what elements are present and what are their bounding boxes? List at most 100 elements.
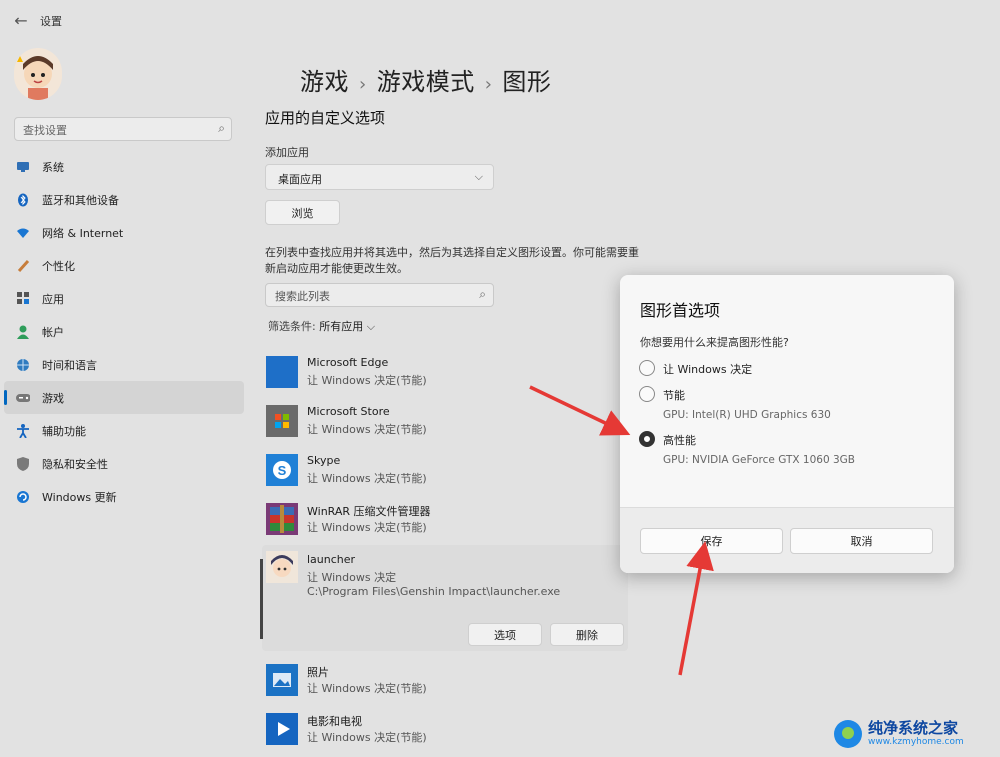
app-name: Skype (307, 454, 341, 467)
radio-label[interactable]: 高性能 (663, 432, 696, 448)
sidebar-item-label: 隐私和安全性 (42, 457, 108, 471)
back-arrow-icon[interactable]: ← (10, 10, 32, 32)
filter-label: 筛选条件: (268, 320, 316, 333)
chevron-down-icon: ⌵ (474, 170, 483, 183)
gpu-info: GPU: NVIDIA GeForce GTX 1060 3GB (663, 454, 855, 466)
radio-let-windows-decide[interactable] (639, 360, 655, 376)
edge-icon (266, 356, 298, 388)
dialog-footer: 保存 取消 (620, 507, 954, 573)
sidebar-item-network[interactable]: 网络 & Internet (4, 216, 244, 249)
add-app-label: 添加应用 (265, 146, 309, 159)
breadcrumb-separator: › (484, 74, 493, 95)
search-icon: ⌕ (218, 121, 225, 135)
radio-power-saving[interactable] (639, 386, 655, 402)
sidebar-item-apps[interactable]: 应用 (4, 282, 244, 315)
watermark-url: www.kzmyhome.com (868, 737, 964, 747)
breadcrumb: 游戏 › 游戏模式 › 图形 (300, 62, 551, 97)
dialog-title: 图形首选项 (640, 301, 721, 320)
breadcrumb-separator: › (359, 74, 367, 95)
list-search-placeholder: 搜索此列表 (275, 290, 330, 303)
sidebar-item-personalization[interactable]: 个性化 (4, 249, 244, 282)
app-gpu-setting: 让 Windows 决定(节能) (307, 731, 427, 744)
shield-icon (16, 456, 30, 471)
list-item[interactable]: WinRAR 压缩文件管理器 让 Windows 决定(节能) (262, 499, 627, 545)
app-name: Microsoft Store (307, 405, 390, 418)
browse-button[interactable]: 浏览 (265, 200, 340, 225)
list-search-input[interactable]: 搜索此列表 ⌕ (265, 283, 494, 307)
app-gpu-setting: 让 Windows 决定(节能) (307, 682, 427, 695)
app-type-value: 桌面应用 (278, 173, 322, 186)
radio-label[interactable]: 节能 (663, 387, 685, 403)
expanded-list-item[interactable]: launcher 让 Windows 决定 C:\Program Files\G… (260, 545, 628, 651)
watermark: 纯净系统之家 www.kzmyhome.com (834, 715, 994, 753)
sidebar-item-windows-update[interactable]: Windows 更新 (4, 480, 244, 513)
list-item[interactable]: S Skype 让 Windows 决定(节能) (262, 450, 627, 496)
app-gpu-setting: 让 Windows 决定(节能) (307, 423, 427, 436)
list-item[interactable]: Microsoft Store 让 Windows 决定(节能) (262, 401, 627, 447)
app-gpu-setting: 让 Windows 决定(节能) (307, 472, 427, 485)
app-name: launcher (307, 553, 356, 566)
sidebar-item-label: 辅助功能 (42, 424, 86, 438)
radio-label[interactable]: 让 Windows 决定 (663, 361, 752, 377)
photos-icon (266, 664, 298, 696)
list-item[interactable]: 照片 让 Windows 决定(节能) (262, 660, 627, 706)
breadcrumb-graphics: 图形 (502, 68, 552, 96)
sidebar-item-label: 游戏 (42, 391, 64, 405)
sidebar-item-label: 时间和语言 (42, 358, 97, 372)
dialog-question: 你想要用什么来提高图形性能? (640, 336, 789, 349)
radio-high-performance[interactable] (639, 431, 655, 447)
apps-icon (16, 292, 30, 306)
bluetooth-icon (16, 193, 30, 207)
app-type-dropdown[interactable]: 桌面应用 ⌵ (265, 164, 494, 190)
svg-text:S: S (278, 463, 287, 478)
accessibility-icon (16, 423, 30, 438)
app-path: C:\Program Files\Genshin Impact\launcher… (307, 585, 561, 598)
app-name: WinRAR 压缩文件管理器 (307, 505, 431, 518)
store-icon (266, 405, 298, 437)
sidebar-item-bluetooth[interactable]: 蓝牙和其他设备 (4, 183, 244, 216)
app-name: 电影和电视 (307, 715, 362, 728)
avatar[interactable] (14, 48, 62, 100)
breadcrumb-gaming[interactable]: 游戏 (300, 68, 349, 96)
save-button[interactable]: 保存 (640, 528, 783, 554)
watermark-logo-icon (834, 720, 862, 748)
filter-dropdown[interactable]: 筛选条件: 所有应用 ⌵ (268, 318, 375, 334)
monitor-icon (16, 160, 30, 174)
app-name: 照片 (307, 666, 329, 679)
filter-value: 所有应用 (319, 320, 364, 333)
graphics-preference-dialog: 图形首选项 你想要用什么来提高图形性能? 让 Windows 决定 节能 GPU… (620, 275, 954, 573)
sidebar-item-label: 应用 (42, 292, 64, 306)
person-icon (16, 325, 30, 339)
section-title: 应用的自定义选项 (265, 109, 386, 127)
brush-icon (16, 259, 30, 273)
sidebar-item-label: 系统 (42, 160, 64, 174)
gpu-info: GPU: Intel(R) UHD Graphics 630 (663, 409, 831, 421)
globe-clock-icon (16, 358, 30, 372)
delete-button[interactable]: 删除 (550, 623, 624, 646)
list-item[interactable]: Microsoft Edge 让 Windows 决定(节能) (262, 352, 627, 398)
cancel-button[interactable]: 取消 (790, 528, 933, 554)
app-gpu-setting: 让 Windows 决定(节能) (307, 374, 427, 387)
wifi-icon (16, 226, 30, 240)
sidebar-item-accounts[interactable]: 帐户 (4, 315, 244, 348)
search-icon: ⌕ (479, 287, 486, 301)
sidebar: 系统 蓝牙和其他设备 网络 & Internet 个性化 应用 帐户 时间和语言… (0, 150, 250, 513)
search-placeholder: 查找设置 (23, 124, 67, 137)
breadcrumb-game-mode[interactable]: 游戏模式 (377, 68, 475, 96)
app-gpu-setting: 让 Windows 决定 (307, 571, 397, 584)
sidebar-item-label: 帐户 (42, 325, 64, 339)
sidebar-item-system[interactable]: 系统 (4, 150, 244, 183)
sidebar-item-label: Windows 更新 (42, 490, 117, 504)
settings-search-input[interactable]: 查找设置 ⌕ (14, 117, 232, 141)
launcher-icon (266, 551, 298, 583)
app-name: Microsoft Edge (307, 356, 389, 369)
sidebar-item-time-language[interactable]: 时间和语言 (4, 348, 244, 381)
sidebar-item-privacy[interactable]: 隐私和安全性 (4, 447, 244, 480)
winrar-icon (266, 503, 298, 535)
list-item[interactable]: 电影和电视 让 Windows 决定(节能) (262, 709, 627, 755)
sidebar-item-accessibility[interactable]: 辅助功能 (4, 414, 244, 447)
sidebar-item-gaming[interactable]: 游戏 (4, 381, 244, 414)
window-title: 设置 (40, 15, 62, 28)
options-button[interactable]: 选项 (468, 623, 542, 646)
sidebar-item-label: 网络 & Internet (42, 226, 124, 240)
